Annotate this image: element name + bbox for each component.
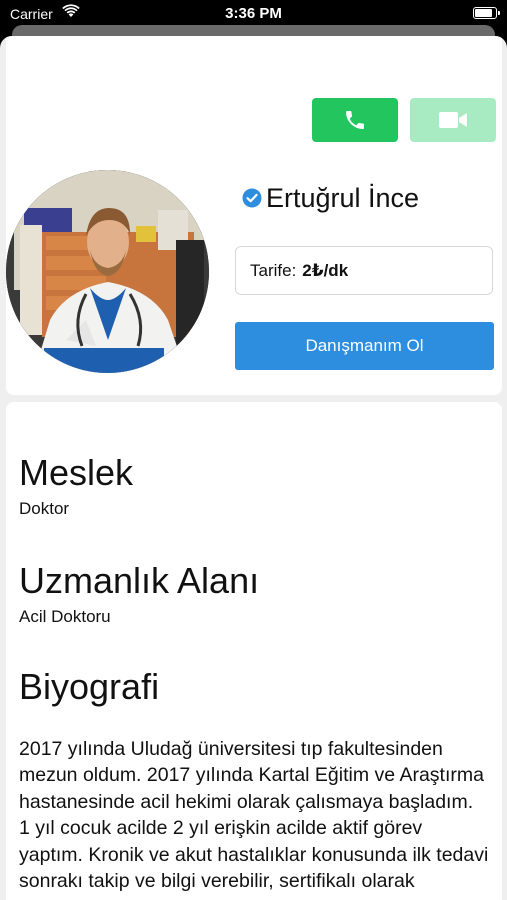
battery-icon [473,7,500,19]
profile-sheet: Ertuğrul İnce Tarife: 2₺/dk Danışmanım O… [0,36,507,900]
profession-title: Meslek [19,452,134,493]
verified-badge-icon [242,188,262,208]
phone-icon [346,111,364,129]
video-call-button[interactable] [410,98,496,142]
biography-text: 2017 yılında Uludağ üniversitesi tıp fak… [19,738,489,893]
info-card: Meslek Doktor Uzmanlık Alanı Acil Doktor… [6,402,502,900]
doctor-name: Ertuğrul İnce [266,182,420,213]
doctor-photo [6,170,209,373]
call-button[interactable] [312,98,398,142]
profession-value: Doktor [19,499,70,518]
tariff-box: Tarife: 2₺/dk [235,246,493,295]
become-my-advisor-button[interactable]: Danışmanım Ol [235,322,494,370]
status-bar: Carrier 3:36 PM [0,0,507,28]
status-time: 3:36 PM [225,5,282,22]
profile-card: Ertuğrul İnce Tarife: 2₺/dk Danışmanım O… [6,36,502,395]
doctor-name-row: Ertuğrul İnce [242,181,419,215]
biography-title: Biyografi [19,666,160,707]
specialty-value: Acil Doktoru [19,607,111,626]
tariff-value: 2₺/dk [302,260,349,280]
specialty-title: Uzmanlık Alanı [19,560,260,601]
tariff-label: Tarife: [250,260,297,280]
video-camera-icon [439,112,467,128]
